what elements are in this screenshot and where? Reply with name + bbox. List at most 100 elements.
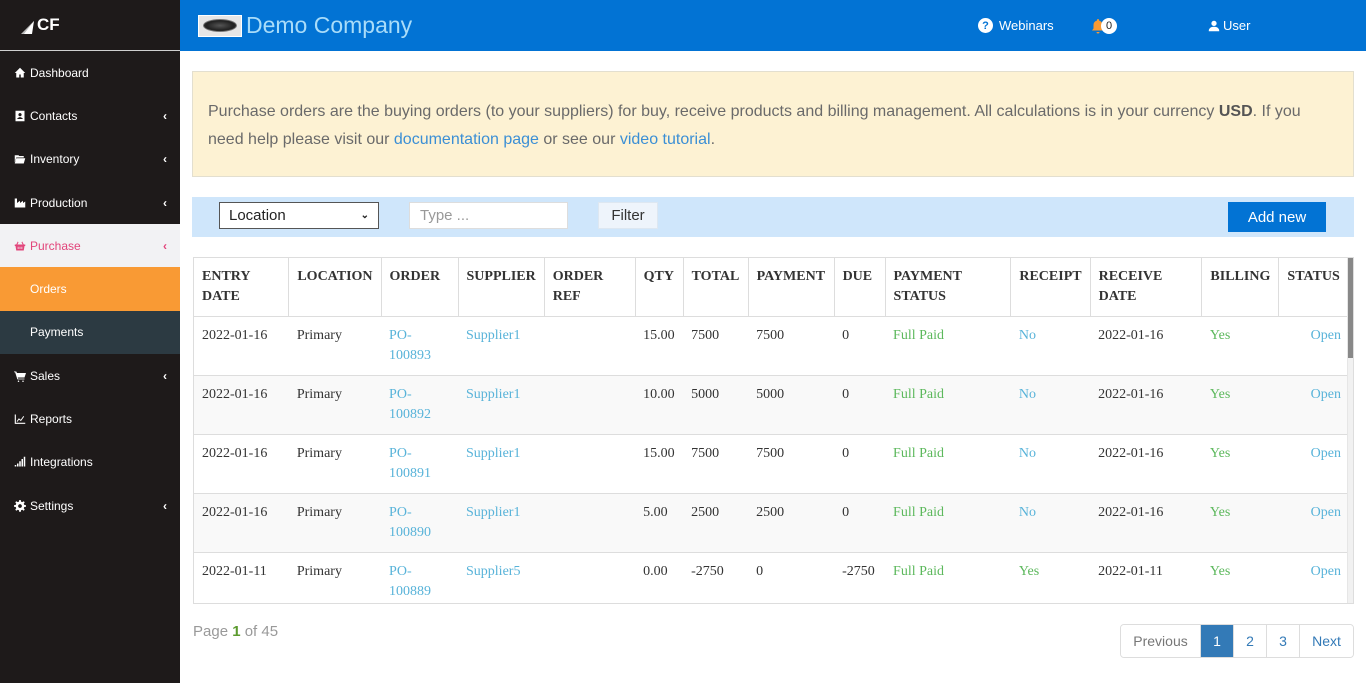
cell-entry-date: 2022-01-16	[194, 493, 289, 553]
column-header-order[interactable]: ORDER	[381, 258, 459, 317]
sidebar-item-integrations[interactable]: Integrations	[0, 441, 180, 484]
sidebar-item-sales[interactable]: Sales ‹	[0, 354, 180, 397]
cell-status[interactable]: Open	[1278, 434, 1349, 494]
cell-billing[interactable]: Yes	[1201, 493, 1279, 553]
cell-billing[interactable]: Yes	[1201, 316, 1279, 376]
column-header-payment[interactable]: PAYMENT	[748, 258, 835, 317]
filter-button[interactable]: Filter	[598, 202, 658, 229]
webinars-label: Webinars	[999, 18, 1054, 33]
user-icon	[1208, 20, 1220, 31]
cell-order[interactable]: PO- 100893	[381, 316, 458, 376]
cell-qty: 15.00	[635, 316, 684, 376]
sidebar-subitem-orders[interactable]: Orders	[0, 267, 180, 311]
cell-order[interactable]: PO- 100892	[381, 375, 458, 435]
column-header-total[interactable]: TOTAL	[683, 258, 749, 317]
add-new-button[interactable]: Add new	[1228, 202, 1326, 232]
documentation-link[interactable]: documentation page	[394, 131, 539, 148]
cell-billing[interactable]: Yes	[1201, 375, 1279, 435]
column-header-order-ref[interactable]: ORDER REF	[544, 258, 636, 317]
cell-due: 0	[834, 375, 886, 435]
cell-supplier[interactable]: Supplier1	[458, 375, 545, 435]
alert-text: Purchase orders are the buying orders (t…	[208, 103, 1219, 120]
cell-due: 0	[834, 493, 886, 553]
cell-receipt[interactable]: Yes	[1010, 552, 1091, 603]
page-button-3[interactable]: 3	[1267, 625, 1300, 657]
company-logo[interactable]	[198, 14, 242, 37]
cell-supplier[interactable]: Supplier1	[458, 434, 545, 494]
logo-text: CF	[37, 15, 60, 34]
user-menu[interactable]: User	[1208, 18, 1250, 33]
search-input[interactable]: Type ...	[409, 202, 568, 229]
cell-receipt[interactable]: No	[1010, 493, 1091, 553]
webinars-link[interactable]: ? Webinars	[978, 18, 1054, 33]
chevron-left-icon: ‹	[163, 195, 167, 210]
sidebar-item-label: Production	[30, 195, 88, 210]
cell-entry-date: 2022-01-11	[194, 552, 289, 603]
company-name[interactable]: Demo Company	[246, 12, 412, 39]
column-header-billing[interactable]: BILLING	[1201, 258, 1280, 317]
cell-order[interactable]: PO- 100890	[381, 493, 458, 553]
sidebar-item-label: Settings	[30, 498, 74, 513]
column-header-entry-date[interactable]: ENTRY DATE	[194, 258, 290, 317]
sidebar-item-production[interactable]: Production ‹	[0, 181, 180, 224]
table-header-row: ENTRY DATE LOCATION ORDER SUPPLIER ORDER REF…	[194, 258, 1349, 317]
column-header-due[interactable]: DUE	[834, 258, 886, 317]
sidebar-item-label: Dashboard	[30, 65, 89, 80]
cell-billing[interactable]: Yes	[1201, 434, 1279, 494]
cell-status[interactable]: Open	[1278, 493, 1349, 553]
cell-supplier[interactable]: Supplier1	[458, 316, 545, 376]
table-scrollbar[interactable]	[1347, 258, 1353, 603]
column-header-qty[interactable]: QTY	[635, 258, 684, 317]
column-header-status[interactable]: STATUS	[1278, 258, 1349, 317]
column-header-supplier[interactable]: SUPPLIER	[458, 258, 545, 317]
sidebar-item-purchase[interactable]: Purchase ‹	[0, 224, 180, 268]
sidebar-item-settings[interactable]: Settings ‹	[0, 484, 180, 527]
next-page-button[interactable]: Next	[1300, 625, 1353, 657]
cell-total: 7500	[683, 434, 749, 494]
question-circle-icon: ?	[978, 18, 993, 33]
cell-supplier[interactable]: Supplier1	[458, 493, 545, 553]
column-header-receipt[interactable]: RECEIPT	[1010, 258, 1091, 317]
column-header-location[interactable]: LOCATION	[288, 258, 382, 317]
cell-status[interactable]: Open	[1278, 375, 1349, 435]
location-select-value: Location	[229, 207, 286, 224]
previous-page-button[interactable]: Previous	[1121, 625, 1201, 657]
scrollbar-thumb[interactable]	[1348, 258, 1353, 358]
alert-text: or see our	[538, 131, 620, 148]
sidebar-item-label: Contacts	[30, 108, 78, 123]
cell-location: Primary	[288, 375, 382, 435]
table-row: 2022-01-16 Primary PO- 100893 Supplier1 15.00…	[194, 316, 1349, 376]
cell-receive-date: 2022-01-16	[1090, 316, 1202, 376]
column-header-receive-date[interactable]: RECEIVE DATE	[1090, 258, 1203, 317]
cell-order[interactable]: PO- 100889	[381, 552, 458, 603]
cell-order[interactable]: PO- 100891	[381, 434, 458, 494]
cell-status[interactable]: Open	[1278, 552, 1349, 603]
chevron-down-icon: ⌄	[360, 210, 369, 221]
cell-receipt[interactable]: No	[1010, 316, 1091, 376]
sidebar-item-contacts[interactable]: Contacts ‹	[0, 94, 180, 137]
video-tutorial-link[interactable]: video tutorial	[620, 131, 711, 148]
cell-total: -2750	[683, 552, 749, 603]
sidebar-item-inventory[interactable]: Inventory ‹	[0, 138, 180, 181]
sidebar-item-reports[interactable]: Reports	[0, 397, 180, 440]
page-button-2[interactable]: 2	[1234, 625, 1267, 657]
cell-qty: 15.00	[635, 434, 684, 494]
cell-receipt[interactable]: No	[1010, 434, 1091, 494]
chevron-left-icon: ‹	[163, 368, 167, 383]
cell-status[interactable]: Open	[1278, 316, 1349, 376]
location-select[interactable]: Location ⌄	[219, 202, 379, 229]
column-header-payment-status[interactable]: PAYMENT STATUS	[885, 258, 1012, 317]
sidebar-item-dashboard[interactable]: Dashboard	[0, 51, 180, 94]
app-logo[interactable]: CF	[0, 0, 180, 51]
page-info-total: of 45	[240, 623, 279, 640]
cell-billing[interactable]: Yes	[1201, 552, 1279, 603]
currency-code: USD	[1218, 103, 1253, 120]
cell-receipt[interactable]: No	[1010, 375, 1091, 435]
gear-icon	[13, 499, 27, 512]
notifications-button[interactable]: 0	[1090, 17, 1118, 34]
sidebar-subitem-payments[interactable]: Payments	[0, 310, 180, 355]
cell-due: 0	[834, 316, 886, 376]
chevron-left-icon: ‹	[163, 108, 167, 123]
page-button-1[interactable]: 1	[1201, 625, 1234, 657]
cell-supplier[interactable]: Supplier5	[458, 552, 545, 603]
